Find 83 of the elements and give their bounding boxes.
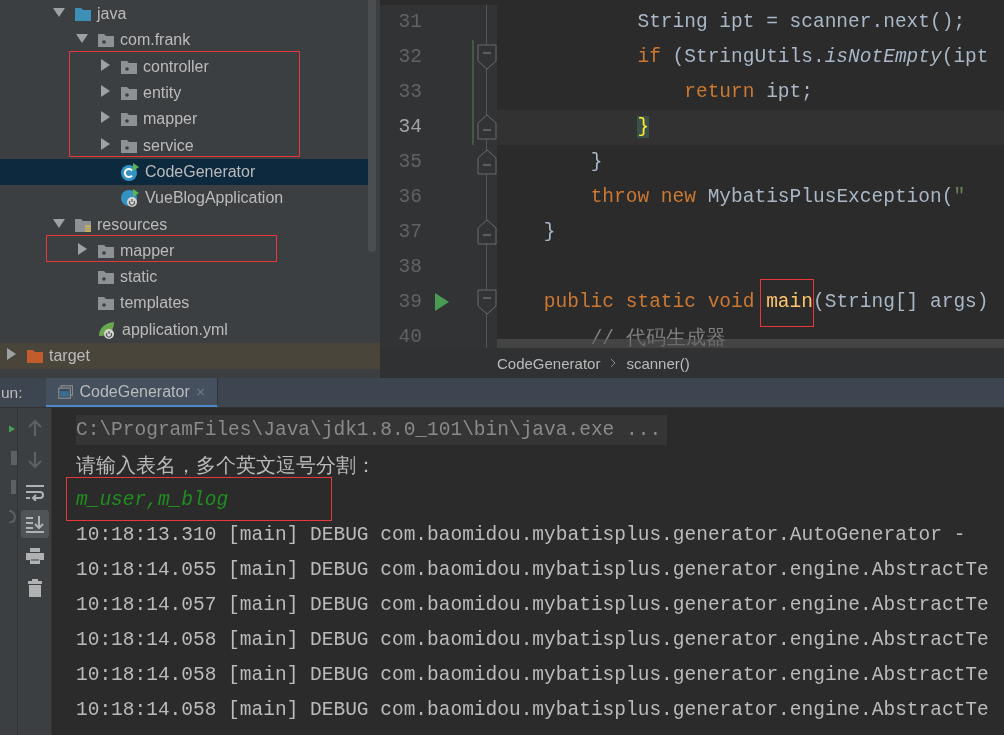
resources-folder-icon bbox=[74, 216, 92, 233]
typed-text: m_user,m_blog bbox=[76, 489, 229, 511]
chevron-icon bbox=[610, 358, 617, 368]
tree-item[interactable]: resources bbox=[0, 211, 370, 238]
tree-item[interactable]: application.yml bbox=[0, 316, 370, 343]
console-line: 10:18:14.058 [main] DEBUG com.baomidou.mybatisplus.generator.engine.AbstractTe bbox=[76, 664, 989, 686]
expand-arrow-icon[interactable] bbox=[98, 136, 112, 151]
tree-item[interactable]: entity bbox=[0, 79, 370, 107]
run-icon[interactable] bbox=[434, 292, 450, 312]
wrap-icon bbox=[24, 483, 45, 501]
package-folder-icon bbox=[97, 32, 115, 49]
console-line: 10:18:14.055 [main] DEBUG com.baomidou.mybatisplus.generator.engine.AbstractTe bbox=[76, 559, 989, 581]
trash-icon bbox=[26, 578, 43, 598]
console-line: 10:18:14.058 [main] DEBUG com.baomidou.mybatisplus.generator.engine.AbstractTe bbox=[76, 699, 989, 721]
code-token: new bbox=[660, 186, 696, 208]
scroll-to-end-icon bbox=[24, 514, 45, 534]
fold-marker-icon[interactable] bbox=[476, 44, 497, 70]
expand-arrow-icon[interactable] bbox=[98, 84, 112, 99]
code-token: } bbox=[637, 116, 650, 138]
code-token: } bbox=[543, 221, 556, 243]
tree-item[interactable]: templates bbox=[0, 290, 370, 317]
class-icon bbox=[120, 188, 140, 209]
console-line: 请输入表名，多个英文逗号分割： bbox=[76, 454, 376, 479]
console-icon bbox=[58, 382, 74, 401]
expand-arrow-icon[interactable] bbox=[75, 241, 89, 256]
leaf-icon bbox=[97, 319, 117, 340]
code-token: " bbox=[953, 186, 966, 208]
tree-item[interactable]: service bbox=[0, 132, 370, 159]
code-token: } bbox=[590, 151, 603, 173]
code-token: (String[] args) bbox=[813, 291, 989, 313]
console-line: 10:18:13.310 [main] DEBUG com.baomidou.mybatisplus.generator.AutoGenerator - bbox=[76, 524, 966, 546]
expand-arrow-icon[interactable] bbox=[4, 347, 18, 361]
code-token: main bbox=[766, 291, 813, 313]
code-token: throw bbox=[590, 186, 650, 208]
code-token: isNotEmpty bbox=[824, 46, 942, 68]
class-icon bbox=[120, 161, 140, 182]
expand-arrow-icon[interactable] bbox=[98, 110, 112, 125]
code-token: return bbox=[684, 81, 755, 103]
package-folder-icon bbox=[120, 111, 138, 128]
folder-icon bbox=[26, 348, 44, 364]
tree-item[interactable]: com.frank bbox=[0, 27, 370, 54]
console-line: 10:18:14.058 [main] DEBUG com.baomidou.mybatisplus.generator.engine.AbstractTe bbox=[76, 629, 989, 651]
package-folder-icon bbox=[120, 85, 138, 102]
printer-icon bbox=[24, 547, 45, 565]
code-token: MybatisPlusException( bbox=[707, 186, 954, 208]
toolbar-button[interactable] bbox=[20, 510, 49, 538]
tree-item[interactable]: java bbox=[0, 1, 370, 28]
tree-item[interactable]: controller bbox=[0, 53, 370, 80]
code-token: String ipt = scanner.next(); bbox=[637, 11, 966, 33]
folder-icon bbox=[74, 6, 92, 23]
code-token: (StringUtils. bbox=[672, 46, 825, 68]
package-folder-icon bbox=[97, 269, 115, 286]
scrollbar[interactable] bbox=[368, 0, 376, 252]
package-folder-icon bbox=[97, 295, 115, 312]
panel-title: un: bbox=[0, 382, 24, 403]
expand-arrow-icon[interactable] bbox=[98, 57, 112, 72]
fold-marker-icon[interactable] bbox=[476, 114, 497, 140]
line-number: 34 bbox=[397, 116, 422, 138]
breadcrumb-item[interactable]: scanner() bbox=[626, 354, 690, 372]
code-token: (ipt bbox=[941, 46, 989, 68]
package-folder-icon bbox=[120, 58, 138, 75]
fold-marker-icon[interactable] bbox=[476, 219, 497, 245]
tree-item[interactable]: mapper bbox=[0, 237, 370, 264]
tree-item[interactable]: mapper bbox=[0, 106, 370, 133]
package-folder-icon bbox=[97, 242, 115, 259]
tree-item[interactable]: target bbox=[0, 342, 380, 370]
code-token: public bbox=[543, 291, 615, 313]
tree-item[interactable]: CodeGenerator bbox=[0, 158, 370, 186]
console-line: 10:18:14.057 [main] DEBUG com.baomidou.mybatisplus.generator.engine.AbstractTe bbox=[76, 594, 989, 616]
arrow-down-icon bbox=[25, 450, 44, 470]
breadcrumb-item[interactable]: CodeGenerator bbox=[497, 354, 601, 372]
code-token: if bbox=[637, 46, 661, 68]
package-folder-icon bbox=[120, 137, 138, 154]
fold-marker-icon[interactable] bbox=[476, 289, 497, 315]
tree-item[interactable]: VueBlogApplication bbox=[0, 185, 370, 212]
code-token: ipt; bbox=[766, 81, 813, 103]
run-tab[interactable]: CodeGenerator bbox=[46, 378, 218, 407]
code-token: // 代码生成器 bbox=[590, 326, 726, 348]
code-token: static bbox=[625, 291, 696, 313]
fold-marker-icon[interactable] bbox=[476, 149, 497, 175]
code-token: void bbox=[707, 291, 755, 313]
tab-label: CodeGenerator bbox=[79, 382, 190, 401]
tree-item[interactable]: static bbox=[0, 263, 370, 291]
